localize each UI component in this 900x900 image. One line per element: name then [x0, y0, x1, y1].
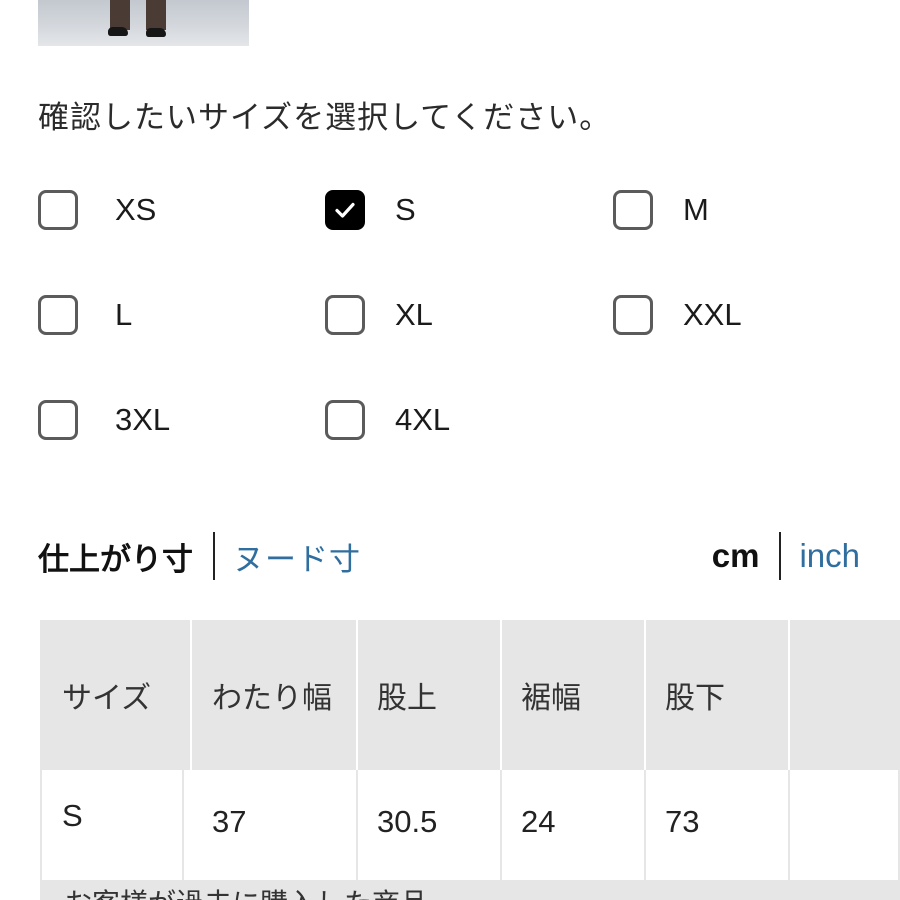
table-header-thigh-width: わたり幅	[212, 681, 332, 716]
size-option-l[interactable]: L	[38, 290, 132, 340]
checkbox[interactable]	[325, 295, 365, 335]
size-label: S	[395, 192, 416, 227]
cell-rise: 30.5	[377, 804, 438, 839]
cell-inseam: 73	[665, 804, 700, 839]
size-label: L	[115, 297, 133, 332]
size-option-4xl[interactable]: 4XL	[325, 395, 450, 445]
size-option-m[interactable]: M	[613, 185, 709, 235]
size-chart-page: 確認したいサイズを選択してください。 XS S M L XL XXL 3XL 4…	[0, 0, 900, 900]
size-option-xs[interactable]: XS	[38, 185, 156, 235]
cell-hem-width: 24	[521, 804, 556, 839]
unit-toggle: cm inch	[712, 530, 860, 582]
tab-body-dimensions[interactable]: ヌード寸	[233, 534, 361, 579]
checkbox[interactable]	[613, 190, 653, 230]
size-label: M	[683, 192, 709, 227]
checkbox[interactable]	[38, 190, 78, 230]
tab-divider	[213, 532, 215, 580]
size-label: XS	[115, 192, 157, 227]
size-table: サイズ わたり幅 股上 裾幅 股下 S 37 30.5 24 73 お客様が過去…	[40, 620, 900, 900]
past-purchase-note: お客様が過去に購入した商品	[64, 882, 428, 900]
size-option-xxl[interactable]: XXL	[613, 290, 742, 340]
checkbox-checked[interactable]	[325, 190, 365, 230]
unit-divider	[779, 532, 782, 580]
checkbox[interactable]	[325, 400, 365, 440]
size-label: XL	[395, 297, 433, 332]
table-header-inseam: 股下	[665, 681, 725, 716]
checkbox[interactable]	[38, 400, 78, 440]
table-header-size: サイズ	[62, 681, 152, 716]
size-select-prompt: 確認したいサイズを選択してください。	[38, 100, 612, 136]
unit-inch[interactable]: inch	[799, 537, 860, 575]
checkbox[interactable]	[613, 295, 653, 335]
check-icon	[335, 202, 355, 218]
size-option-xl[interactable]: XL	[325, 290, 433, 340]
table-row: S 37 30.5 24 73	[40, 770, 900, 880]
cell-thigh-width: 37	[212, 804, 247, 839]
tab-finished-dimensions[interactable]: 仕上がり寸	[38, 534, 193, 579]
unit-cm[interactable]: cm	[712, 537, 760, 575]
size-option-3xl[interactable]: 3XL	[38, 395, 170, 445]
product-image	[38, 0, 249, 46]
cell-size: S	[62, 798, 83, 833]
size-label: XXL	[683, 297, 742, 332]
measurement-tabs: 仕上がり寸 ヌード寸	[38, 530, 361, 582]
table-header-rise: 股上	[377, 681, 437, 716]
size-option-s[interactable]: S	[325, 185, 416, 235]
size-label: 4XL	[395, 402, 451, 437]
size-label: 3XL	[115, 402, 171, 437]
table-header-hem-width: 裾幅	[521, 681, 581, 716]
checkbox[interactable]	[38, 295, 78, 335]
